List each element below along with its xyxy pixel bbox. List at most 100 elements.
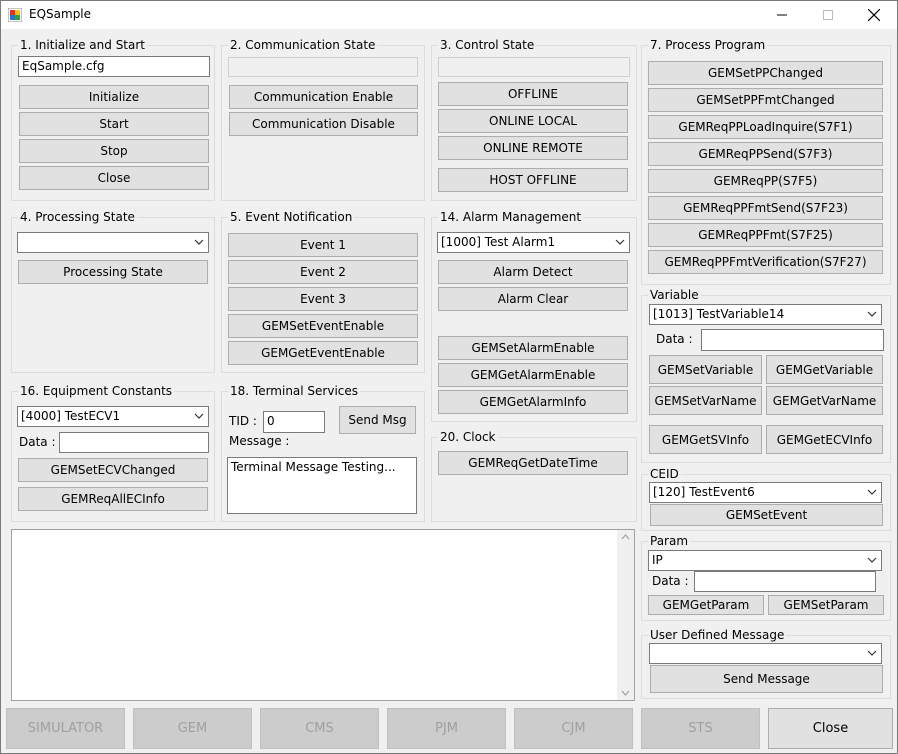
terminal-message-textarea[interactable]: Terminal Message Testing...: [227, 457, 417, 514]
simulator-button[interactable]: SIMULATOR: [6, 708, 125, 749]
req-pp-send-button[interactable]: GEMReqPPSend(S7F3): [648, 142, 883, 166]
close-window-button[interactable]: [851, 1, 897, 29]
variable-selected: [1013] TestVariable14: [653, 307, 785, 321]
log-scrollbar[interactable]: [617, 530, 634, 700]
online-remote-button[interactable]: ONLINE REMOTE: [438, 136, 628, 160]
ecv-data-label: Data :: [19, 435, 56, 449]
log-textbox[interactable]: [11, 529, 635, 701]
send-message-button[interactable]: Send Message: [650, 665, 883, 693]
chevron-down-icon: [867, 557, 877, 563]
ceid-select[interactable]: [120] TestEvent6: [649, 482, 882, 503]
maximize-button[interactable]: [805, 1, 851, 29]
set-pp-fmt-changed-button[interactable]: GEMSetPPFmtChanged: [648, 88, 883, 112]
clock-group-label: 20. Clock: [438, 430, 498, 444]
cjm-button[interactable]: CJM: [514, 708, 633, 749]
get-alarm-info-button[interactable]: GEMGetAlarmInfo: [438, 390, 628, 414]
comm-group-label: 2. Communication State: [228, 38, 378, 52]
cms-button[interactable]: CMS: [260, 708, 379, 749]
alarm-detect-button[interactable]: Alarm Detect: [438, 260, 628, 284]
req-pp-load-inquire-button[interactable]: GEMReqPPLoadInquire(S7F1): [648, 115, 883, 139]
get-event-enable-button[interactable]: GEMGetEventEnable: [228, 341, 418, 365]
processing-state-button[interactable]: Processing State: [18, 260, 208, 284]
processing-group-label: 4. Processing State: [18, 210, 137, 224]
ecv-selected: [4000] TestECV1: [21, 409, 121, 423]
ecv-group-label: 16. Equipment Constants: [18, 384, 175, 398]
req-all-ec-info-button[interactable]: GEMReqAllECInfo: [18, 487, 208, 511]
set-event-enable-button[interactable]: GEMSetEventEnable: [228, 314, 418, 338]
get-var-name-button[interactable]: GEMGetVarName: [766, 386, 883, 415]
close-app-button[interactable]: Close: [768, 708, 893, 749]
alarm-clear-button[interactable]: Alarm Clear: [438, 287, 628, 311]
ceid-group-label: CEID: [648, 467, 681, 481]
comm-state-field: [228, 57, 418, 77]
req-pp-fmt-button[interactable]: GEMReqPPFmt(S7F25): [648, 223, 883, 247]
get-ecv-info-button[interactable]: GEMGetECVInfo: [766, 425, 883, 454]
minimize-button[interactable]: [759, 1, 805, 29]
send-msg-button[interactable]: Send Msg: [339, 406, 416, 434]
get-variable-button[interactable]: GEMGetVariable: [766, 355, 883, 384]
req-get-datetime-button[interactable]: GEMReqGetDateTime: [438, 451, 628, 475]
processing-state-select[interactable]: [17, 232, 209, 253]
param-selected: IP: [652, 553, 663, 567]
message-label: Message :: [229, 434, 290, 448]
event1-button[interactable]: Event 1: [228, 233, 418, 257]
alarm-selected: [1000] Test Alarm1: [441, 235, 556, 249]
chevron-down-icon: [194, 413, 204, 419]
req-pp-button[interactable]: GEMReqPP(S7F5): [648, 169, 883, 193]
tid-input[interactable]: 0: [263, 411, 325, 433]
terminal-group-label: 18. Terminal Services: [228, 384, 361, 398]
variable-group-label: Variable: [648, 288, 701, 302]
param-select[interactable]: IP: [648, 550, 882, 571]
start-button[interactable]: Start: [19, 112, 209, 136]
variable-data-input[interactable]: [701, 329, 884, 351]
variable-select[interactable]: [1013] TestVariable14: [649, 304, 882, 325]
offline-button[interactable]: OFFLINE: [438, 82, 628, 106]
scroll-down-icon[interactable]: [621, 690, 630, 696]
initialize-button[interactable]: Initialize: [19, 85, 209, 109]
set-alarm-enable-button[interactable]: GEMSetAlarmEnable: [438, 336, 628, 360]
scroll-up-icon[interactable]: [621, 534, 630, 540]
set-param-button[interactable]: GEMSetParam: [768, 595, 884, 615]
alarm-select[interactable]: [1000] Test Alarm1: [437, 232, 630, 253]
chevron-down-icon: [867, 489, 877, 495]
set-var-name-button[interactable]: GEMSetVarName: [649, 386, 762, 415]
stop-button[interactable]: Stop: [19, 139, 209, 163]
clock-group: 20. Clock: [431, 430, 637, 522]
alarm-group-label: 14. Alarm Management: [438, 210, 584, 224]
config-file-input[interactable]: EqSample.cfg: [18, 56, 210, 77]
req-pp-fmt-verification-button[interactable]: GEMReqPPFmtVerification(S7F27): [648, 250, 883, 274]
close-init-button[interactable]: Close: [19, 166, 209, 190]
user-msg-select[interactable]: [649, 643, 882, 664]
pjm-button[interactable]: PJM: [387, 708, 506, 749]
tid-label: TID :: [229, 414, 257, 428]
set-ecv-changed-button[interactable]: GEMSetECVChanged: [18, 458, 208, 482]
ecv-data-input[interactable]: [59, 432, 209, 453]
title-bar[interactable]: EQSample: [1, 1, 897, 29]
event3-button[interactable]: Event 3: [228, 287, 418, 311]
event-group-label: 5. Event Notification: [228, 210, 355, 224]
sts-button[interactable]: STS: [641, 708, 760, 749]
comm-disable-button[interactable]: Communication Disable: [229, 112, 418, 136]
comm-enable-button[interactable]: Communication Enable: [229, 85, 418, 109]
control-group-label: 3. Control State: [438, 38, 537, 52]
chevron-down-icon: [194, 239, 204, 245]
online-local-button[interactable]: ONLINE LOCAL: [438, 109, 628, 133]
get-alarm-enable-button[interactable]: GEMGetAlarmEnable: [438, 363, 628, 387]
set-variable-button[interactable]: GEMSetVariable: [649, 355, 762, 384]
ecv-select[interactable]: [4000] TestECV1: [17, 406, 209, 427]
set-pp-changed-button[interactable]: GEMSetPPChanged: [648, 61, 883, 85]
app-icon: [8, 8, 22, 22]
set-event-button[interactable]: GEMSetEvent: [650, 504, 883, 526]
host-offline-button[interactable]: HOST OFFLINE: [438, 168, 628, 192]
chevron-down-icon: [615, 239, 625, 245]
chevron-down-icon: [867, 311, 877, 317]
ceid-selected: [120] TestEvent6: [653, 485, 755, 499]
variable-data-label: Data :: [656, 332, 693, 346]
gem-button[interactable]: GEM: [133, 708, 252, 749]
param-data-input[interactable]: [694, 571, 876, 592]
req-pp-fmt-send-button[interactable]: GEMReqPPFmtSend(S7F23): [648, 196, 883, 220]
event2-button[interactable]: Event 2: [228, 260, 418, 284]
get-sv-info-button[interactable]: GEMGetSVInfo: [649, 425, 762, 454]
init-group-label: 1. Initialize and Start: [18, 38, 148, 52]
get-param-button[interactable]: GEMGetParam: [648, 595, 764, 615]
